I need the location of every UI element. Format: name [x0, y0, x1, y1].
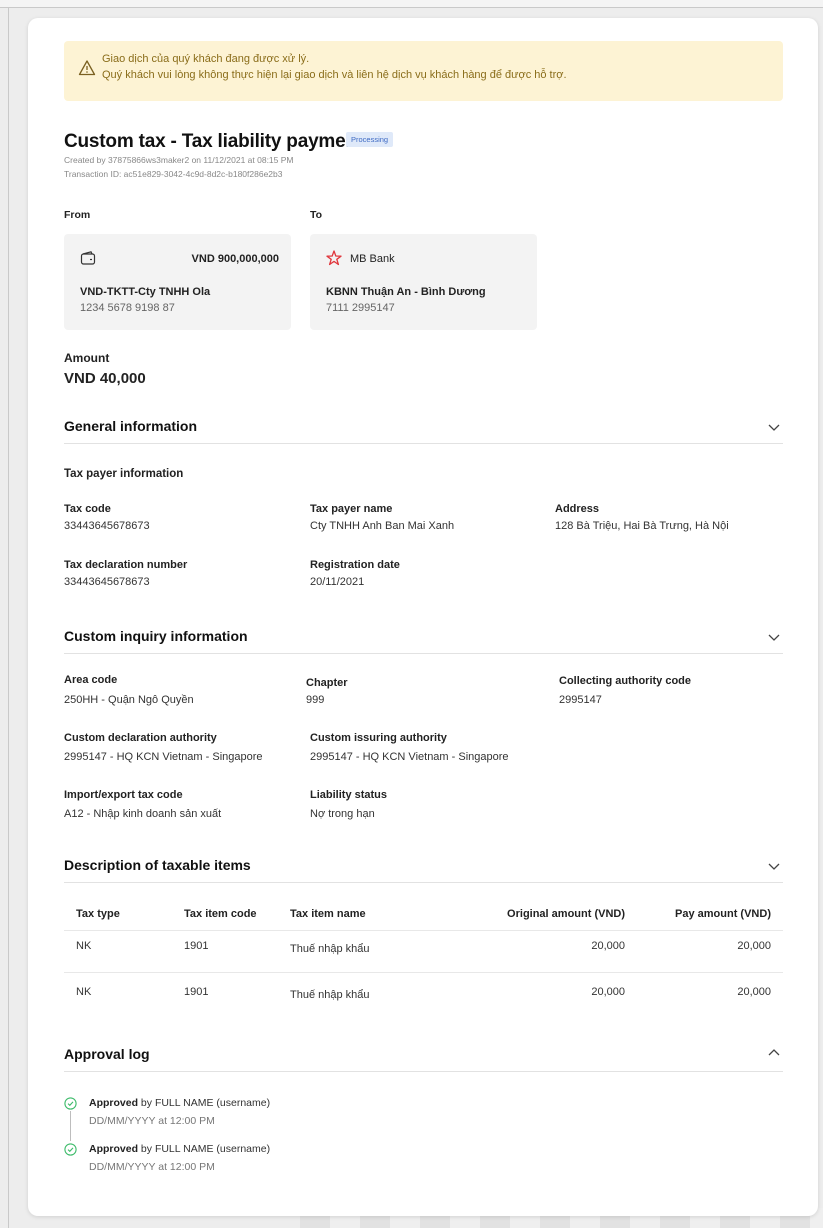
- check-circle-icon: [64, 1143, 77, 1156]
- section-divider: [64, 882, 783, 883]
- chapter-value: 999: [306, 694, 325, 706]
- page-title: Custom tax - Tax liability payment: [64, 131, 364, 152]
- custom-declaration-authority-label: Custom declaration authority: [64, 732, 217, 744]
- processing-alert: Giao dịch của quý khách đang được xử lý.…: [64, 41, 783, 101]
- column-header-tax-item-code: Tax item code: [184, 908, 257, 920]
- warning-icon: [78, 60, 96, 76]
- amount-label: Amount: [64, 351, 110, 365]
- from-account-number: 1234 5678 9198 87: [80, 302, 175, 314]
- to-account-card: MB Bank KBNN Thuận An - Bình Dương 7111 …: [310, 234, 537, 330]
- approval-entry-1: Approved by FULL NAME (username): [89, 1097, 270, 1109]
- section-divider: [64, 653, 783, 654]
- amount-value: VND 40,000: [64, 370, 146, 387]
- column-header-pay-amount: Pay amount (VND): [675, 908, 771, 920]
- cell-pay-amount: 20,000: [737, 986, 771, 998]
- wallet-icon: [80, 251, 96, 265]
- general-information-title[interactable]: General information: [64, 418, 197, 434]
- approver-name: by FULL NAME (username): [138, 1097, 271, 1109]
- to-label: To: [310, 209, 323, 221]
- status-badge: Processing: [346, 132, 394, 147]
- registration-date-label: Registration date: [310, 559, 400, 571]
- to-account-name: KBNN Thuận An - Bình Dương: [326, 286, 486, 298]
- cell-pay-amount: 20,000: [737, 940, 771, 952]
- chevron-down-icon[interactable]: [767, 630, 781, 644]
- table-divider: [64, 972, 783, 973]
- import-export-tax-code-label: Import/export tax code: [64, 789, 183, 801]
- to-bank-name: MB Bank: [350, 253, 395, 265]
- from-account-name: VND-TKTT-Cty TNHH Ola: [80, 286, 211, 298]
- from-label: From: [64, 209, 91, 221]
- mb-bank-logo-icon: [326, 250, 342, 266]
- approver-name: by FULL NAME (username): [138, 1143, 271, 1155]
- chevron-up-icon[interactable]: [767, 1046, 781, 1060]
- column-header-tax-item-name: Tax item name: [290, 908, 366, 920]
- taxable-items-title[interactable]: Description of taxable items: [64, 857, 251, 873]
- approval-status: Approved: [89, 1143, 139, 1155]
- tax-declaration-number-label: Tax declaration number: [64, 559, 188, 571]
- tax-declaration-number-value: 33443645678673: [64, 576, 150, 588]
- table-divider: [64, 930, 783, 931]
- address-value: 128 Bà Triệu, Hai Bà Trưng, Hà Nội: [555, 520, 729, 532]
- cell-original-amount: 20,000: [591, 986, 625, 998]
- to-account-number: 7111 2995147: [326, 302, 395, 314]
- from-balance: VND 900,000,000: [191, 253, 279, 265]
- import-export-tax-code-value: A12 - Nhập kinh doanh sản xuất: [64, 808, 222, 820]
- cell-tax-item-code: 1901: [184, 986, 209, 998]
- approval-log-title[interactable]: Approval log: [64, 1046, 150, 1062]
- liability-status-label: Liability status: [310, 789, 388, 801]
- approval-date-2: DD/MM/YYYY at 12:00 PM: [89, 1161, 215, 1173]
- cell-original-amount: 20,000: [591, 940, 625, 952]
- approval-date-1: DD/MM/YYYY at 12:00 PM: [89, 1115, 215, 1127]
- cell-tax-type: NK: [76, 940, 92, 952]
- transaction-id-text: Transaction ID: ac51e829-3042-4c9d-8d2c-…: [64, 169, 283, 179]
- registration-date-value: 20/11/2021: [310, 576, 365, 588]
- address-label: Address: [555, 503, 600, 515]
- check-circle-icon: [64, 1097, 77, 1110]
- window-left-edge: [8, 8, 9, 1228]
- cell-tax-type: NK: [76, 986, 92, 998]
- tax-code-label: Tax code: [64, 503, 111, 515]
- chapter-label: Chapter: [306, 677, 348, 689]
- custom-issuring-authority-value: 2995147 - HQ KCN Vietnam - Singapore: [310, 751, 509, 763]
- transaction-detail-card: Giao dịch của quý khách đang được xử lý.…: [28, 18, 818, 1216]
- from-account-card: VND 900,000,000 VND-TKTT-Cty TNHH Ola 12…: [64, 234, 291, 330]
- collecting-authority-value: 2995147: [559, 694, 602, 706]
- alert-line-2: Quý khách vui lòng không thực hiện lại g…: [102, 69, 567, 81]
- tax-code-value: 33443645678673: [64, 520, 150, 532]
- section-divider: [64, 443, 783, 444]
- custom-declaration-authority-value: 2995147 - HQ KCN Vietnam - Singapore: [64, 751, 263, 763]
- cell-tax-item-code: 1901: [184, 940, 209, 952]
- area-code-label: Area code: [64, 674, 118, 686]
- tax-payer-subtitle: Tax payer information: [64, 468, 184, 480]
- custom-issuring-authority-label: Custom issuring authority: [310, 732, 447, 744]
- section-divider: [64, 1071, 783, 1072]
- timeline-connector: [70, 1111, 71, 1141]
- approval-entry-2: Approved by FULL NAME (username): [89, 1143, 270, 1155]
- tax-payer-name-label: Tax payer name: [310, 503, 393, 515]
- chevron-down-icon[interactable]: [767, 420, 781, 434]
- custom-inquiry-title[interactable]: Custom inquiry information: [64, 628, 248, 644]
- chevron-down-icon[interactable]: [767, 859, 781, 873]
- cell-tax-item-name: Thuế nhập khẩu: [290, 989, 370, 1001]
- cell-tax-item-name: Thuế nhập khẩu: [290, 943, 370, 955]
- area-code-value: 250HH - Quận Ngô Quyền: [64, 694, 194, 706]
- liability-status-value: Nợ trong hạn: [310, 808, 375, 820]
- collecting-authority-label: Collecting authority code: [559, 675, 692, 687]
- window-top-edge: [0, 0, 823, 8]
- alert-line-1: Giao dịch của quý khách đang được xử lý.: [102, 53, 310, 65]
- created-by-text: Created by 37875866ws3maker2 on 11/12/20…: [64, 155, 294, 165]
- approval-status: Approved: [89, 1097, 139, 1109]
- tax-payer-name-value: Cty TNHH Anh Ban Mai Xanh: [310, 520, 455, 532]
- column-header-tax-type: Tax type: [76, 908, 120, 920]
- column-header-original-amount: Original amount (VND): [507, 908, 625, 920]
